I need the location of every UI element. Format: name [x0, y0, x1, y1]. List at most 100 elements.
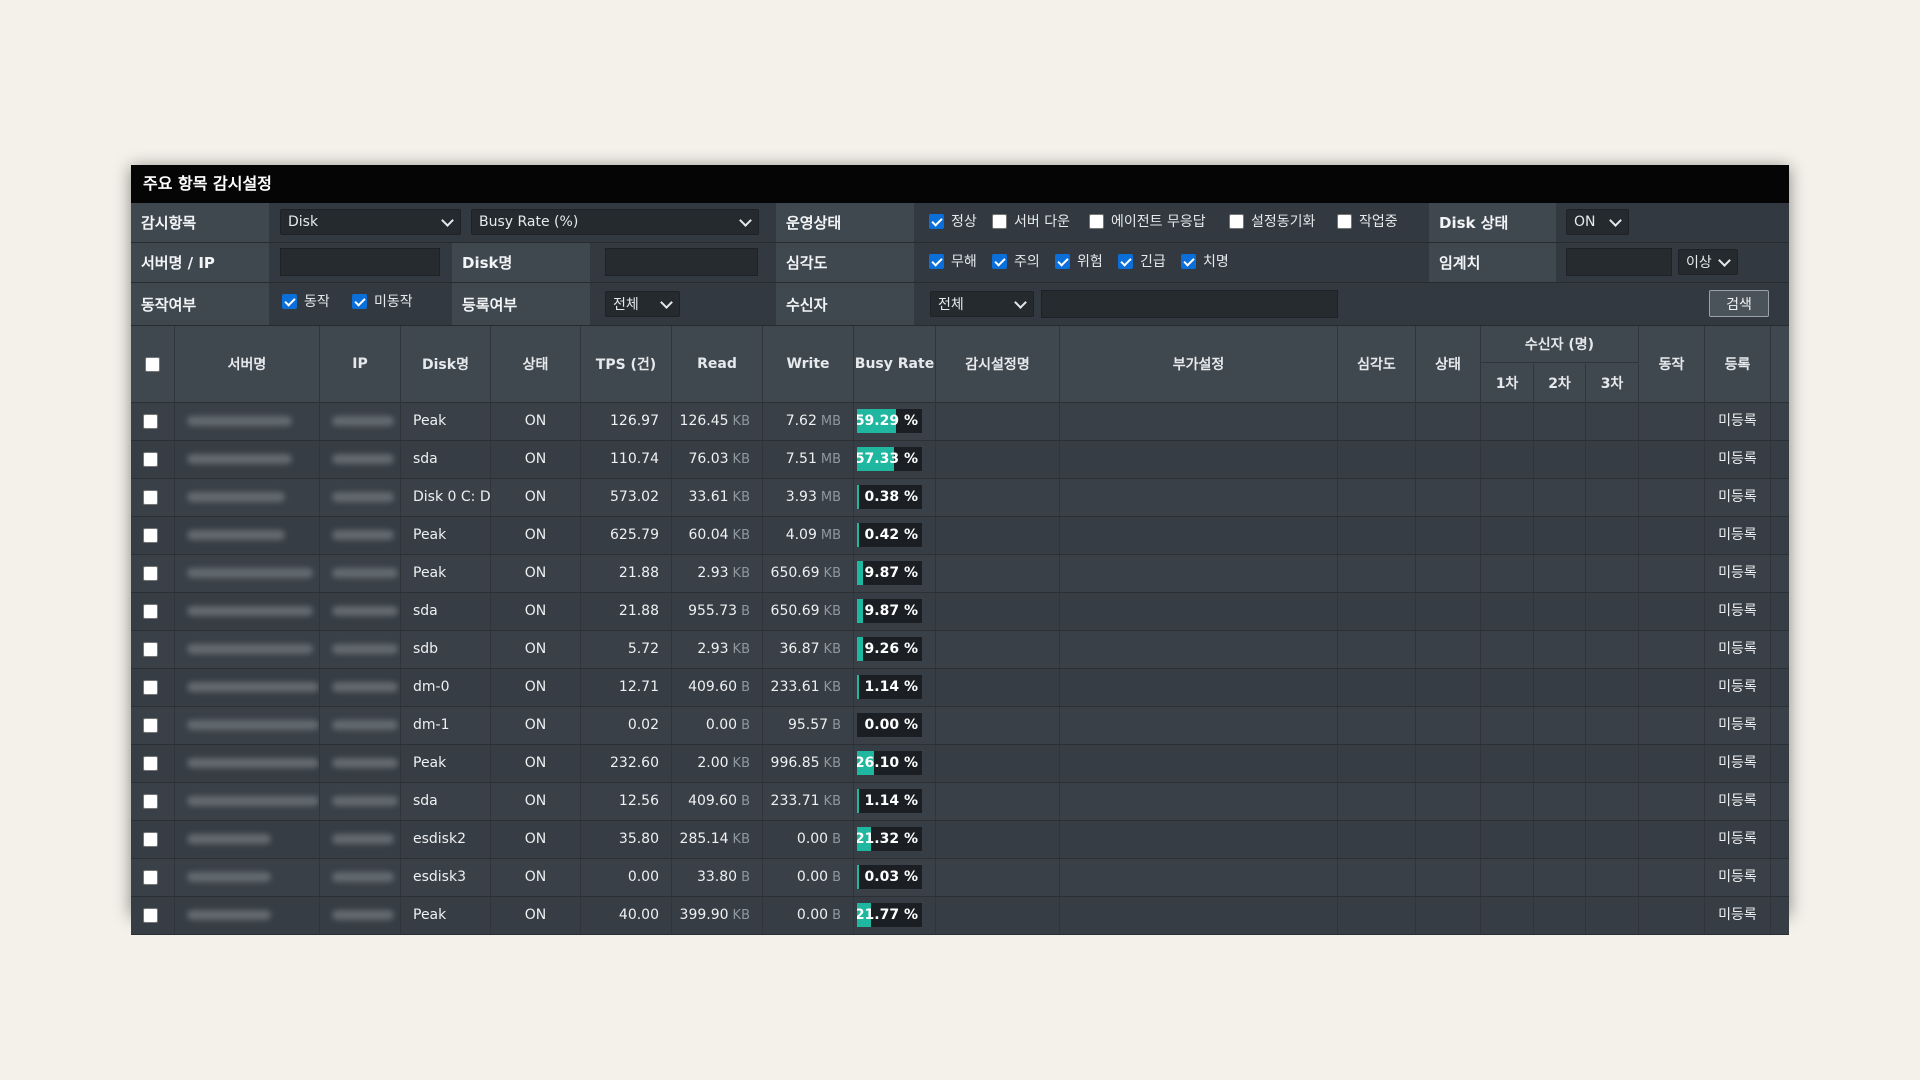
registered-select[interactable]: 전체	[605, 291, 680, 317]
register-cell[interactable]: 미등록	[1705, 441, 1771, 478]
row-select-cell	[131, 517, 175, 554]
read-value: 60.04	[688, 527, 729, 543]
read-cell: 2.93 KB	[672, 555, 763, 592]
receiver-1-cell	[1481, 821, 1534, 858]
read-value: 409.60	[688, 793, 738, 809]
table-row[interactable]: Disk 0 C: D: ON 573.02 33.61 KB 3.93 MB 0.38 % 미…	[131, 479, 1789, 517]
table-row[interactable]: dm-1 ON 0.02 0.00 B 95.57 B 0.00 % 미등록	[131, 707, 1789, 745]
row-checkbox[interactable]	[143, 832, 158, 847]
register-cell[interactable]: 미등록	[1705, 821, 1771, 858]
table-row[interactable]: Peak ON 625.79 60.04 KB 4.09 MB 0.42 % 미등록	[131, 517, 1789, 555]
register-cell[interactable]: 미등록	[1705, 517, 1771, 554]
table-row[interactable]: sdb ON 5.72 2.93 KB 36.87 KB 9.26 % 미등록	[131, 631, 1789, 669]
register-cell[interactable]: 미등록	[1705, 555, 1771, 592]
header-watch-name[interactable]: 감시설정명	[936, 326, 1060, 402]
table-row[interactable]: Peak ON 21.88 2.93 KB 650.69 KB 9.87 % 미등록	[131, 555, 1789, 593]
header-receiver-2[interactable]: 2차	[1534, 364, 1586, 401]
operation-state-checkbox-sync[interactable]	[1229, 214, 1244, 229]
receiver-1-cell	[1481, 479, 1534, 516]
register-cell[interactable]: 미등록	[1705, 897, 1771, 934]
register-cell[interactable]: 미등록	[1705, 707, 1771, 744]
register-cell[interactable]: 미등록	[1705, 403, 1771, 440]
threshold-input[interactable]	[1566, 248, 1672, 276]
table-row[interactable]: esdisk2 ON 35.80 285.14 KB 0.00 B 21.32 % 미등록	[131, 821, 1789, 859]
header-busy[interactable]: Busy Rate	[854, 326, 936, 402]
row-checkbox[interactable]	[143, 566, 158, 581]
disk-name-input[interactable]	[605, 248, 758, 276]
header-state[interactable]: 상태	[491, 326, 581, 402]
busy-rate-text: 0.38 %	[864, 489, 918, 505]
table-row[interactable]: esdisk3 ON 0.00 33.80 B 0.00 B 0.03 % 미등록	[131, 859, 1789, 897]
receiver-2-cell	[1534, 707, 1586, 744]
header-state2[interactable]: 상태	[1416, 326, 1481, 402]
severity-checkbox-fatal[interactable]	[1181, 254, 1196, 269]
table-row[interactable]: sda ON 110.74 76.03 KB 7.51 MB 57.33 % 미등록	[131, 441, 1789, 479]
register-cell[interactable]: 미등록	[1705, 745, 1771, 782]
operation-state-checkbox-working[interactable]	[1337, 214, 1352, 229]
server-name-cell	[175, 669, 320, 706]
severity-checkbox-urgent[interactable]	[1118, 254, 1133, 269]
header-write[interactable]: Write	[763, 326, 854, 402]
header-receiver-1[interactable]: 1차	[1481, 364, 1534, 401]
table-row[interactable]: Peak ON 232.60 2.00 KB 996.85 KB 26.10 % 미등록	[131, 745, 1789, 783]
table-row[interactable]: sda ON 12.56 409.60 B 233.71 KB 1.14 % 미등록	[131, 783, 1789, 821]
header-disk[interactable]: Disk명	[401, 326, 491, 402]
server-ip-input[interactable]	[280, 248, 440, 276]
ip-redacted	[332, 872, 394, 882]
row-checkbox[interactable]	[143, 642, 158, 657]
table-row[interactable]: Peak ON 40.00 399.90 KB 0.00 B 21.77 % 미등록	[131, 897, 1789, 935]
disk-state-select[interactable]: ON	[1566, 209, 1629, 235]
severity-checkbox-caution[interactable]	[992, 254, 1007, 269]
receiver-label: 수신자	[776, 283, 914, 325]
header-tps[interactable]: TPS (건)	[581, 326, 672, 402]
register-cell[interactable]: 미등록	[1705, 479, 1771, 516]
row-checkbox[interactable]	[143, 452, 158, 467]
table-row[interactable]: dm-0 ON 12.71 409.60 B 233.61 KB 1.14 % 미등록	[131, 669, 1789, 707]
row-checkbox[interactable]	[143, 680, 158, 695]
register-cell[interactable]: 미등록	[1705, 593, 1771, 630]
header-server[interactable]: 서버명	[175, 326, 320, 402]
row-checkbox[interactable]	[143, 908, 158, 923]
row-checkbox[interactable]	[143, 794, 158, 809]
header-action[interactable]: 동작	[1639, 326, 1705, 402]
receiver-input[interactable]	[1041, 290, 1338, 318]
row-checkbox[interactable]	[143, 756, 158, 771]
active-checkbox-on[interactable]	[282, 294, 297, 309]
monitor-item-select[interactable]: Disk	[280, 209, 461, 235]
header-extra[interactable]: 부가설정	[1060, 326, 1338, 402]
threshold-op-select[interactable]: 이상	[1678, 249, 1738, 275]
active-checkbox-off[interactable]	[352, 294, 367, 309]
select-all-checkbox[interactable]	[145, 356, 160, 372]
header-register[interactable]: 등록	[1705, 326, 1771, 402]
receiver-1-cell	[1481, 707, 1534, 744]
table-row[interactable]: Peak ON 126.97 126.45 KB 7.62 MB 59.29 % 미등록	[131, 403, 1789, 441]
severity-checkbox-danger[interactable]	[1055, 254, 1070, 269]
row-checkbox[interactable]	[143, 490, 158, 505]
server-name-redacted	[187, 644, 313, 654]
row-checkbox[interactable]	[143, 528, 158, 543]
register-cell[interactable]: 미등록	[1705, 859, 1771, 896]
register-cell[interactable]: 미등록	[1705, 669, 1771, 706]
table-row[interactable]: sda ON 21.88 955.73 B 650.69 KB 9.87 % 미등록	[131, 593, 1789, 631]
row-checkbox[interactable]	[143, 414, 158, 429]
row-checkbox[interactable]	[143, 870, 158, 885]
search-button[interactable]: 검색	[1709, 290, 1769, 317]
register-cell[interactable]: 미등록	[1705, 783, 1771, 820]
server-name-redacted	[187, 758, 319, 768]
receiver-select[interactable]: 전체	[930, 291, 1034, 317]
header-severity[interactable]: 심각도	[1338, 326, 1416, 402]
operation-state-checkbox-agent-no-response[interactable]	[1089, 214, 1104, 229]
operation-state-checkbox-normal[interactable]	[929, 214, 944, 229]
header-read[interactable]: Read	[672, 326, 763, 402]
severity-cell	[1338, 403, 1416, 440]
metric-select[interactable]: Busy Rate (%)	[471, 209, 759, 235]
receiver-1-cell	[1481, 517, 1534, 554]
operation-state-checkbox-server-down[interactable]	[992, 214, 1007, 229]
header-ip[interactable]: IP	[320, 326, 401, 402]
row-checkbox[interactable]	[143, 604, 158, 619]
header-receiver-3[interactable]: 3차	[1586, 364, 1639, 401]
severity-checkbox-harmless[interactable]	[929, 254, 944, 269]
row-checkbox[interactable]	[143, 718, 158, 733]
write-unit: KB	[823, 794, 841, 809]
register-cell[interactable]: 미등록	[1705, 631, 1771, 668]
